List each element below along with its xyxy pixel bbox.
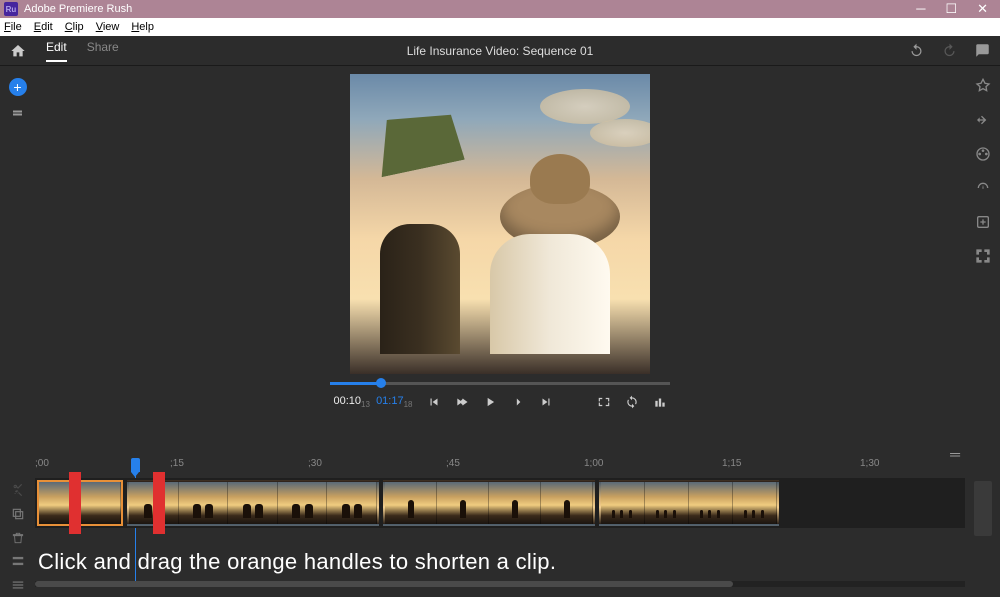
loop-icon[interactable] [625,395,639,409]
clip-trim-handle-right[interactable] [153,472,165,534]
main-area: + 00:1013 01:1718 [0,66,1000,456]
add-media-button[interactable]: + [9,78,27,96]
clip-4[interactable] [599,480,779,526]
quality-icon[interactable] [653,395,667,409]
delete-icon[interactable] [11,531,25,545]
ruler-tick: ;00 [35,458,49,469]
speed-icon[interactable] [975,180,991,196]
video-track[interactable] [35,478,965,528]
video-preview[interactable] [350,74,650,374]
left-sidebar: + [0,66,35,456]
menu-help[interactable]: Help [131,21,154,33]
go-to-end-icon[interactable] [539,395,553,409]
play-icon[interactable] [483,395,497,409]
transitions-icon[interactable] [975,112,991,128]
app-name: Adobe Premiere Rush [24,3,132,15]
maximize-button[interactable]: ☐ [945,1,957,17]
audio-icon[interactable] [975,214,991,230]
clip-3[interactable] [383,480,595,526]
comment-icon[interactable] [975,43,990,58]
titles-icon[interactable] [975,78,991,94]
step-back-icon[interactable] [455,395,469,409]
menubar: File Edit Clip View Help [0,18,1000,36]
ruler-tick: ;45 [446,458,460,469]
horizontal-scrollbar[interactable] [35,581,965,587]
topnav: Edit Share Life Insurance Video: Sequenc… [0,36,1000,66]
ruler-tick: 1;30 [860,458,879,469]
expand-tracks-icon[interactable] [11,554,25,568]
preview-figure-woman [360,114,490,354]
go-to-start-icon[interactable] [427,395,441,409]
close-button[interactable]: ✕ [977,1,988,17]
time-ruler[interactable]: ;00 ;15 ;30 ;45 1;00 1;15 1;30 [0,456,1000,478]
tab-edit[interactable]: Edit [46,40,67,62]
right-sidebar [965,66,1000,456]
color-icon[interactable] [975,146,991,162]
fullscreen-icon[interactable] [597,395,611,409]
ruler-tick: 1;00 [584,458,603,469]
playhead[interactable] [131,458,140,472]
home-icon[interactable] [10,43,26,59]
project-title: Life Insurance Video: Sequence 01 [407,44,594,58]
scrubber[interactable] [330,382,670,385]
redo-icon[interactable] [942,43,957,58]
menu-file[interactable]: File [4,21,22,33]
playback-controls: 00:1013 01:1718 [35,382,965,409]
timecode: 00:1013 01:1718 [334,395,413,409]
project-panel-icon[interactable] [10,108,25,120]
transform-icon[interactable] [975,248,991,264]
clip-trim-handle-left[interactable] [69,472,81,534]
scissors-icon[interactable] [11,483,25,497]
menu-edit[interactable]: Edit [34,21,53,33]
instruction-overlay: Click and drag the orange handles to sho… [38,549,556,575]
timeline: ═ ;00 ;15 ;30 ;45 1;00 1;15 1;30 [0,456,1000,597]
app-icon: Ru [4,2,18,16]
menu-view[interactable]: View [96,21,120,33]
horizontal-scrollbar-thumb[interactable] [35,581,733,587]
ruler-tick: ;15 [170,458,184,469]
ruler-tick: ;30 [308,458,322,469]
scrubber-handle[interactable] [376,378,386,388]
track-controls-icon[interactable] [11,578,25,592]
duplicate-icon[interactable] [11,507,25,521]
menu-clip[interactable]: Clip [65,21,84,33]
titlebar: Ru Adobe Premiere Rush ─ ☐ ✕ [0,0,1000,18]
timeline-view-tools [0,554,35,592]
audio-track-scrollbar[interactable] [974,481,992,536]
undo-icon[interactable] [909,43,924,58]
preview-figure-child [490,154,630,354]
step-forward-icon[interactable] [511,395,525,409]
viewer-panel: 00:1013 01:1718 [35,66,965,456]
tab-share[interactable]: Share [87,40,119,62]
minimize-button[interactable]: ─ [916,1,925,17]
ruler-tick: 1;15 [722,458,741,469]
